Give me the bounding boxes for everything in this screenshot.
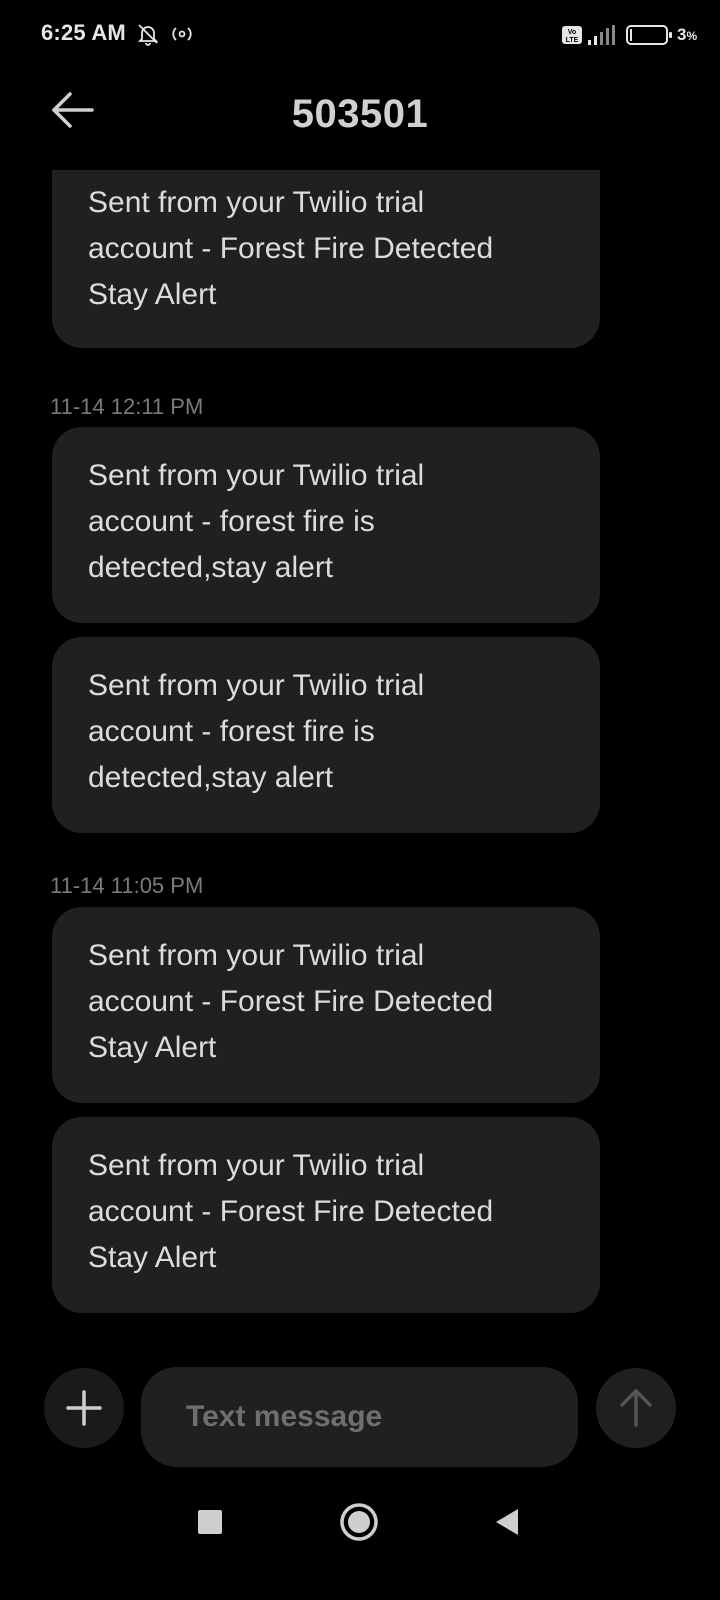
- message-composer: [0, 1360, 720, 1470]
- svg-text:Vo: Vo: [568, 29, 576, 36]
- message-timestamp: 11-14 12:11 PM: [50, 394, 204, 419]
- arrow-left-icon: [48, 92, 96, 136]
- message-text: Sent from your Twilio trial account - fo…: [88, 459, 425, 584]
- svg-text:LTE: LTE: [566, 37, 579, 44]
- message-list[interactable]: Sent from your Twilio trial account - Fo…: [0, 170, 720, 1325]
- bell-muted-icon: [136, 22, 160, 51]
- send-button[interactable]: [596, 1368, 676, 1448]
- message-bubble[interactable]: Sent from your Twilio trial account - Fo…: [52, 1117, 600, 1313]
- recents-button[interactable]: [190, 1500, 230, 1544]
- status-bar: 6:25 AM Vo LTE 3%: [0, 0, 720, 70]
- message-input[interactable]: [141, 1367, 578, 1467]
- message-text: Sent from your Twilio trial account - fo…: [88, 669, 425, 794]
- battery-percent: 3%: [677, 25, 698, 44]
- back-button[interactable]: [48, 88, 108, 138]
- message-bubble[interactable]: Sent from your Twilio trial account - fo…: [52, 427, 600, 623]
- message-bubble[interactable]: Sent from your Twilio trial account - fo…: [52, 637, 600, 833]
- back-nav-button[interactable]: [488, 1500, 528, 1544]
- message-text: Sent from your Twilio trial account - Fo…: [88, 186, 494, 311]
- arrow-up-icon: [596, 1389, 676, 1452]
- message-timestamp: 11-14 11:05 PM: [50, 873, 204, 898]
- circle-home-icon: [337, 1503, 381, 1548]
- home-button[interactable]: [337, 1500, 381, 1544]
- message-text: Sent from your Twilio trial account - Fo…: [88, 1149, 494, 1274]
- hotspot-icon: [170, 24, 194, 49]
- page-title: 503501: [291, 92, 429, 136]
- message-text: Sent from your Twilio trial account - Fo…: [88, 939, 494, 1064]
- square-recents-icon: [190, 1510, 230, 1548]
- system-nav-bar: [0, 1500, 720, 1600]
- battery-icon: [626, 25, 674, 50]
- message-bubble[interactable]: Sent from your Twilio trial account - Fo…: [52, 170, 600, 348]
- attach-button[interactable]: [44, 1368, 124, 1448]
- status-time: 6:25 AM: [41, 20, 126, 45]
- conversation-header: 503501: [0, 70, 720, 170]
- signal-icon: [587, 24, 617, 51]
- volte-icon: Vo LTE: [561, 25, 583, 50]
- plus-icon: [44, 1390, 124, 1452]
- triangle-back-icon: [488, 1509, 528, 1548]
- message-bubble[interactable]: Sent from your Twilio trial account - Fo…: [52, 907, 600, 1103]
